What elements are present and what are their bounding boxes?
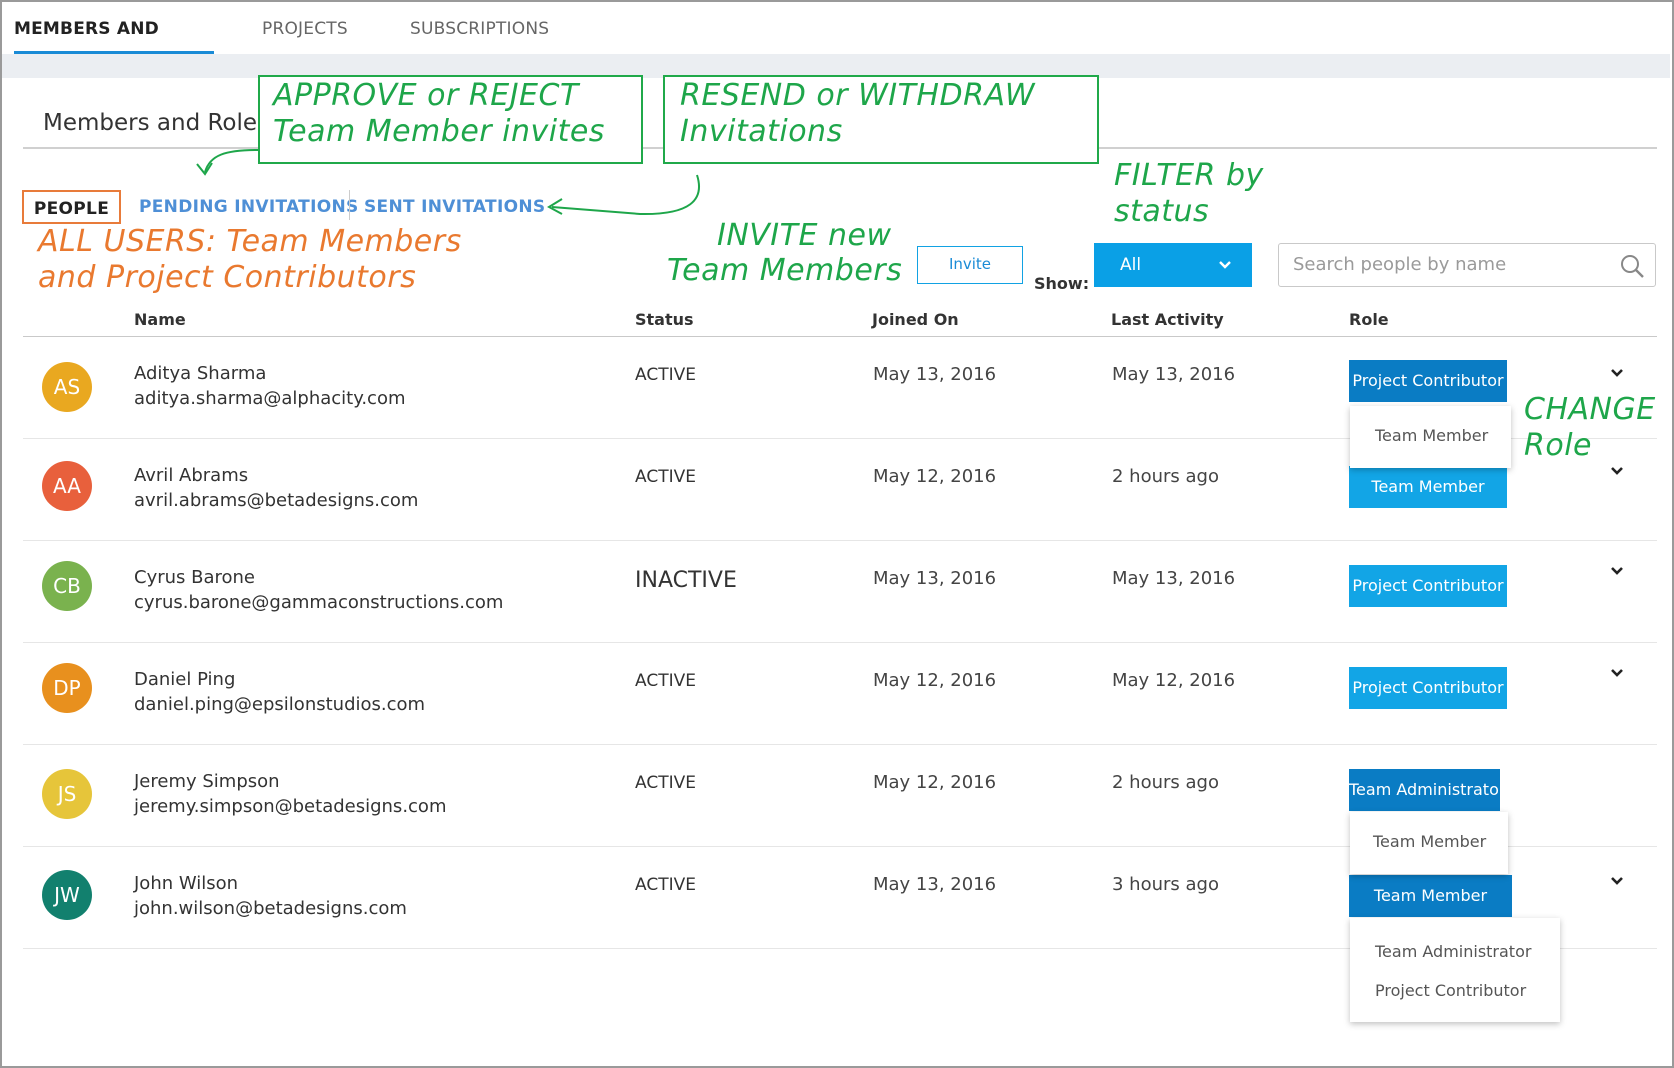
arrow-approve [204, 149, 259, 173]
arrow-resend [551, 174, 700, 216]
annotation-arrows [196, 149, 700, 216]
